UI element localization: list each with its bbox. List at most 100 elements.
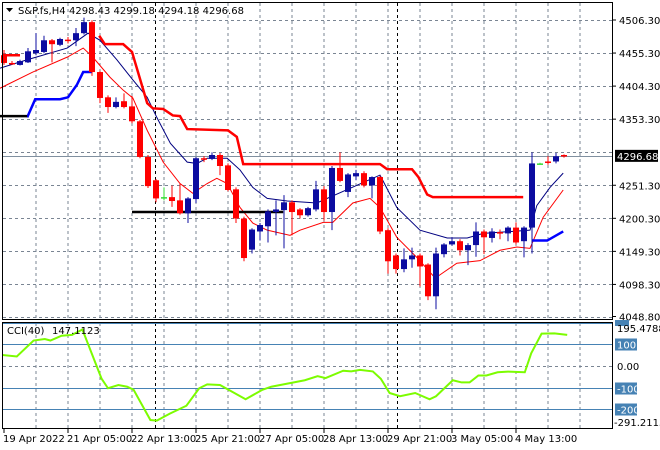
- candle-body: [81, 22, 87, 34]
- cci-level-label: -100: [617, 385, 640, 396]
- price-tick-label: 4506.30: [619, 16, 660, 27]
- candle-body: [265, 211, 271, 227]
- candle-body: [185, 198, 191, 214]
- candle: [425, 263, 431, 301]
- candle-body: [217, 154, 223, 167]
- candle-body: [297, 209, 303, 216]
- cci-level-label: -200: [617, 406, 640, 417]
- candle-body: [401, 259, 407, 270]
- price-tick-label: 4353.30: [619, 115, 660, 126]
- candle-body: [65, 39, 71, 42]
- triangle-down-icon[interactable]: [6, 8, 13, 12]
- candle: [553, 153, 559, 164]
- candle: [193, 156, 199, 203]
- candle-body: [481, 231, 487, 238]
- candle: [393, 253, 399, 274]
- candle-body: [113, 101, 119, 108]
- candle: [521, 226, 527, 258]
- candle-body: [489, 231, 495, 238]
- candle: [1, 50, 7, 65]
- candle-body: [417, 255, 423, 267]
- price-tick-label: 4149.30: [619, 247, 660, 258]
- candle: [545, 156, 551, 165]
- candle: [241, 216, 247, 262]
- candle-body: [169, 197, 175, 202]
- candle-body: [49, 40, 55, 45]
- candle-body: [473, 231, 479, 246]
- candle-body: [513, 227, 519, 243]
- candle-body: [9, 62, 15, 65]
- candle-body: [497, 232, 503, 234]
- candle-body: [361, 173, 367, 186]
- candle: [305, 206, 311, 217]
- candle-body: [369, 177, 375, 186]
- candle: [25, 48, 31, 63]
- candle: [321, 186, 327, 221]
- candle: [209, 152, 215, 161]
- chart-canvas: 4506.30 4455.30 4404.30 4353.30 4251.30 4200.…: [0, 2, 660, 445]
- candle: [489, 228, 495, 243]
- candle-body: [105, 97, 111, 108]
- time-tick-label: 28 Apr 13:00: [323, 434, 388, 445]
- candle: [97, 70, 103, 104]
- price-tick-label: 4098.30: [619, 280, 660, 291]
- time-tick-label: 29 Apr 21:00: [387, 434, 452, 445]
- candle-body: [289, 202, 295, 213]
- candle: [417, 253, 423, 287]
- time-tick-label: 19 Apr 2022: [3, 434, 65, 445]
- candle-body: [193, 158, 199, 200]
- candle-body: [33, 50, 39, 54]
- candle: [385, 228, 391, 274]
- candle: [233, 187, 239, 224]
- candle-body: [153, 180, 159, 199]
- candle: [105, 95, 111, 113]
- time-tick-label: 3 May 05:00: [451, 434, 513, 445]
- candle: [377, 175, 383, 235]
- candle: [561, 154, 567, 158]
- candle: [537, 162, 543, 165]
- current-price-label: 4296.68: [617, 152, 658, 163]
- candle-body: [321, 189, 327, 213]
- candle: [449, 237, 455, 246]
- cci-pane: [2, 323, 612, 422]
- candle: [513, 222, 519, 245]
- candle-body: [521, 227, 527, 242]
- candle-body: [257, 224, 263, 232]
- candle-body: [457, 241, 463, 251]
- candle-body: [393, 255, 399, 270]
- time-tick-label: 22 Apr 13:00: [131, 434, 196, 445]
- candle-body: [505, 227, 511, 234]
- candle-body: [201, 158, 207, 160]
- candle-body: [1, 55, 7, 63]
- price-tick-label: 4200.30: [619, 214, 660, 225]
- candle-body: [409, 255, 415, 260]
- candle-body: [73, 33, 79, 41]
- candle-body: [57, 38, 63, 45]
- ohlc-label: 4298.43 4299.18 4294.18 4296.68: [69, 6, 244, 17]
- candle-body: [337, 167, 343, 181]
- candle-body: [441, 244, 447, 255]
- candle: [177, 183, 183, 215]
- candle: [49, 38, 55, 63]
- candle-body: [41, 40, 47, 52]
- candle: [249, 228, 255, 254]
- candle: [265, 209, 271, 243]
- candle: [361, 171, 367, 188]
- candle: [169, 185, 175, 207]
- candle-body: [433, 253, 439, 297]
- cci-scale-min-label: -291.2113: [614, 418, 660, 429]
- candle-body: [385, 230, 391, 262]
- candle-body: [529, 163, 535, 228]
- candle-body: [241, 218, 247, 259]
- candle: [281, 195, 287, 249]
- candle-body: [233, 189, 239, 219]
- price-tick-label: 4455.30: [619, 49, 660, 60]
- candle: [41, 35, 47, 54]
- cci-title: CCI(40): [7, 326, 45, 337]
- cci-header: CCI(40) 147.1123: [7, 326, 100, 337]
- candle-body: [17, 61, 23, 65]
- chart-header[interactable]: S&P.fs,H4 4298.43 4299.18 4294.18 4296.6…: [6, 6, 244, 17]
- candle-body: [25, 51, 31, 63]
- candle: [89, 20, 95, 76]
- candle-body: [137, 121, 143, 157]
